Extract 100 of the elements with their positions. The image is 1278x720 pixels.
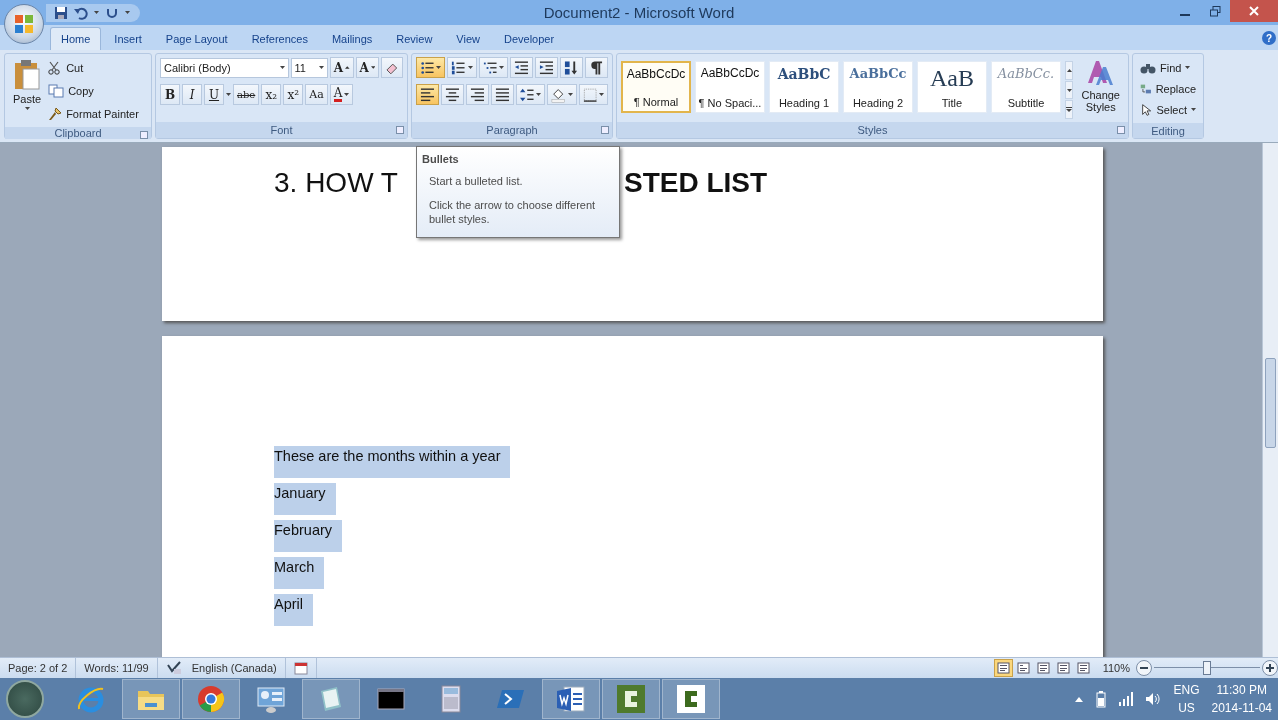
- paint-bucket-button[interactable]: [547, 84, 577, 105]
- close-icon: [1249, 6, 1259, 16]
- start-button[interactable]: [6, 680, 44, 718]
- language-status[interactable]: English (Canada): [191, 662, 277, 674]
- clipboard-command[interactable]: Format Painter: [45, 103, 142, 124]
- change-styles-button[interactable]: Change Styles: [1077, 57, 1124, 119]
- format-button[interactable]: U: [204, 84, 224, 105]
- dialog-launcher[interactable]: [1117, 126, 1125, 134]
- office-button[interactable]: [4, 4, 44, 44]
- show-hidden-icon[interactable]: [1075, 696, 1084, 702]
- clock-time[interactable]: 11:30 PM: [1216, 683, 1267, 697]
- style-preset[interactable]: AaBbCcDc ¶ No Spaci...: [695, 61, 765, 113]
- recorder-icon[interactable]: [675, 683, 707, 715]
- justify-button[interactable]: [490, 84, 514, 105]
- decrease-indent-button[interactable]: [510, 57, 534, 78]
- save-icon[interactable]: [54, 5, 68, 20]
- scroll-thumb[interactable]: [1265, 358, 1276, 448]
- help-button[interactable]: ?: [1262, 31, 1276, 45]
- caret-icon: [125, 11, 130, 14]
- ribbon-tab[interactable]: References: [240, 27, 319, 50]
- ribbon-tab[interactable]: Review: [385, 27, 444, 50]
- caret-icon: [24, 107, 30, 110]
- recorder-icon[interactable]: [615, 683, 647, 715]
- align-center-icon: [444, 86, 460, 103]
- style-preset[interactable]: AaBbCc Heading 2: [843, 61, 913, 113]
- clipboard-command[interactable]: Copy: [45, 80, 142, 101]
- multilevel-list-button[interactable]: [478, 57, 509, 78]
- pilcrow-button[interactable]: [585, 57, 608, 78]
- format-button[interactable]: x₂: [261, 84, 282, 105]
- format-button[interactable]: abe: [233, 84, 260, 105]
- grow-font-button[interactable]: A: [329, 57, 354, 78]
- taskbar-button[interactable]: [662, 679, 720, 719]
- sort-button[interactable]: [560, 57, 584, 78]
- line-spacing-button[interactable]: [515, 84, 546, 105]
- ribbon-tab[interactable]: Developer: [493, 27, 566, 50]
- increase-indent-button[interactable]: [535, 57, 559, 78]
- copy-icon: [48, 83, 65, 98]
- clear-formatting-button[interactable]: [381, 57, 403, 78]
- caret-icon: [436, 66, 442, 69]
- macro-record-icon[interactable]: [293, 661, 308, 675]
- view-button[interactable]: [993, 659, 1013, 677]
- vertical-scrollbar[interactable]: [1262, 143, 1278, 657]
- ribbon-tab[interactable]: Page Layout: [154, 27, 239, 50]
- dialog-launcher[interactable]: [601, 126, 609, 134]
- clock-date[interactable]: 2014-11-04: [1211, 701, 1272, 715]
- undo-icon[interactable]: [74, 5, 88, 20]
- editing-command[interactable]: Find: [1137, 57, 1199, 78]
- battery-icon[interactable]: [1095, 690, 1108, 708]
- format-button[interactable]: I: [182, 84, 202, 105]
- slider-thumb[interactable]: [1203, 661, 1211, 675]
- zoom-in-button[interactable]: [1262, 660, 1278, 676]
- borders-icon: [582, 86, 597, 103]
- style-preset[interactable]: AaB Title: [917, 61, 987, 113]
- paste-button[interactable]: Paste: [9, 57, 46, 124]
- format-button[interactable]: B: [160, 84, 180, 105]
- zoom-out-button[interactable]: [1136, 660, 1152, 676]
- ribbon-tab[interactable]: Mailings: [320, 27, 384, 50]
- ribbon-tab[interactable]: View: [445, 27, 491, 50]
- caret-icon: [567, 93, 573, 96]
- input-region[interactable]: US: [1178, 701, 1195, 715]
- shrink-font-button[interactable]: A: [355, 57, 380, 78]
- ribbon-tab[interactable]: Home: [50, 27, 102, 50]
- font-size-field[interactable]: 11: [290, 57, 328, 78]
- font-name-field[interactable]: Calibri (Body): [160, 57, 289, 78]
- chrome-icon[interactable]: [195, 683, 227, 715]
- numbered-list-button[interactable]: [447, 57, 477, 78]
- up-arrow-icon: [1066, 68, 1072, 72]
- style-preset[interactable]: AaBbC Heading 1: [769, 61, 839, 113]
- editing-command[interactable]: Replace: [1137, 78, 1199, 99]
- dialog-launcher[interactable]: [396, 126, 404, 134]
- format-button[interactable]: x²: [283, 84, 304, 105]
- caret-icon: [599, 93, 604, 96]
- align-center-button[interactable]: [440, 84, 464, 105]
- taskbar-button[interactable]: [542, 679, 600, 719]
- align-right-button[interactable]: [465, 84, 489, 105]
- style-preset[interactable]: AaBbCcDc ¶ Normal: [621, 61, 691, 113]
- clipboard-command[interactable]: Cut: [45, 57, 142, 78]
- scroll-up-button[interactable]: [1065, 61, 1074, 80]
- borders-button[interactable]: [578, 84, 608, 105]
- align-left-button[interactable]: [416, 84, 439, 105]
- dialog-launcher[interactable]: [140, 131, 148, 139]
- editing-command[interactable]: Select: [1137, 99, 1199, 120]
- bullets-button[interactable]: [416, 57, 446, 78]
- brush-icon: [48, 106, 63, 121]
- close-button[interactable]: [1230, 0, 1278, 22]
- style-preset[interactable]: AaBbCc. Subtitle: [991, 61, 1061, 113]
- paragraph-text: January: [274, 483, 336, 515]
- scroll-down-button[interactable]: [1065, 80, 1074, 100]
- speaker-icon[interactable]: [1145, 692, 1162, 706]
- zoom-slider[interactable]: [1154, 661, 1260, 675]
- signal-icon[interactable]: [1119, 692, 1134, 706]
- zoom-level[interactable]: 110%: [1096, 662, 1136, 674]
- more-button[interactable]: [1065, 100, 1074, 119]
- input-language[interactable]: ENG: [1173, 683, 1200, 697]
- ribbon-tab[interactable]: Insert: [103, 27, 153, 50]
- word-icon[interactable]: [555, 683, 587, 715]
- taskbar-button[interactable]: [602, 679, 660, 719]
- format-button[interactable]: Aa: [305, 84, 328, 105]
- font-color-button[interactable]: A: [329, 84, 354, 105]
- proofing-icon[interactable]: [165, 661, 182, 675]
